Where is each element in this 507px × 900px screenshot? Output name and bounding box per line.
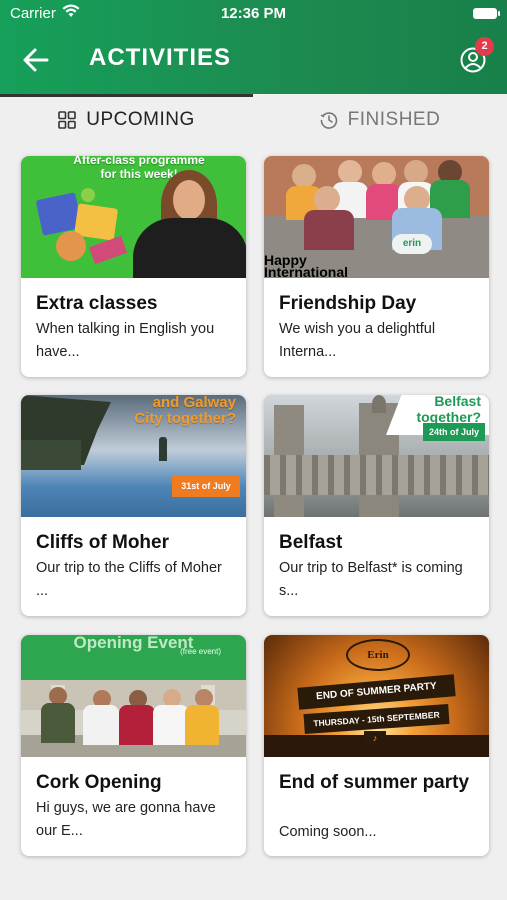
card-banner-text: Belfast together? bbox=[416, 395, 481, 425]
activity-card-belfast[interactable]: Belfast together? 24th of July Belfast O… bbox=[264, 395, 489, 616]
battery-icon bbox=[473, 8, 500, 19]
tab-finished[interactable]: FINISHED bbox=[253, 94, 507, 146]
tab-bar: UPCOMING FINISHED bbox=[0, 94, 507, 146]
activity-card-friendship-day[interactable]: erin Happy International Friendship Day … bbox=[264, 156, 489, 377]
card-sub-text: THURSDAY - 15th SEPTEMBER bbox=[303, 703, 450, 735]
tab-upcoming-label: UPCOMING bbox=[86, 109, 195, 130]
card-title: Friendship Day bbox=[279, 293, 417, 314]
tab-indicator bbox=[0, 94, 253, 97]
grid-icon bbox=[58, 111, 77, 129]
activity-card-extra-classes[interactable]: After-class programme for this week! Ext… bbox=[21, 156, 246, 377]
activity-card-end-of-summer-party[interactable]: Erin END OF SUMMER PARTY THURSDAY - 15th… bbox=[264, 635, 489, 856]
card-sub-text: (free event) bbox=[180, 647, 221, 656]
activity-card-cliffs-of-moher[interactable]: and Galway City together? 31st of July C… bbox=[21, 395, 246, 616]
card-image: After-class programme for this week! bbox=[21, 156, 246, 278]
history-icon bbox=[320, 112, 337, 129]
activity-card-cork-opening[interactable]: Opening Event (free event) Cork Opening … bbox=[21, 635, 246, 856]
card-image: Opening Event (free event) bbox=[21, 635, 246, 757]
card-image: Belfast together? 24th of July bbox=[264, 395, 489, 517]
card-title: Belfast bbox=[279, 532, 343, 553]
card-image: erin Happy International bbox=[264, 156, 489, 278]
card-banner-text: Happy International bbox=[264, 252, 349, 278]
card-description: Our trip to the Cliffs of Moher ... bbox=[36, 560, 222, 599]
card-image: and Galway City together? 31st of July bbox=[21, 395, 246, 517]
card-description: Our trip to Belfast* is coming s... bbox=[279, 560, 463, 599]
card-description: We wish you a delightful Interna... bbox=[279, 321, 436, 360]
card-title: Extra classes bbox=[36, 293, 158, 314]
card-title: Cork Opening bbox=[36, 772, 162, 793]
card-image: Erin END OF SUMMER PARTY THURSDAY - 15th… bbox=[264, 635, 489, 757]
card-description: Coming soon... bbox=[279, 824, 377, 840]
tab-finished-label: FINISHED bbox=[347, 109, 441, 130]
card-banner-text: and Galway City together? bbox=[134, 395, 236, 427]
card-date-badge: 24th of July bbox=[423, 423, 485, 441]
back-arrow-icon[interactable] bbox=[22, 47, 50, 73]
card-title: End of summer party bbox=[279, 772, 470, 793]
notification-badge: 2 bbox=[475, 37, 494, 56]
tab-upcoming[interactable]: UPCOMING bbox=[0, 94, 253, 146]
status-time: 12:36 PM bbox=[220, 5, 287, 22]
card-title: Cliffs of Moher bbox=[36, 532, 169, 553]
card-description: When talking in English you have... bbox=[36, 321, 215, 360]
page-title: ACTIVITIES bbox=[89, 44, 232, 71]
status-bar: Carrier 12:36 PM bbox=[0, 0, 507, 28]
card-date-badge: 31st of July bbox=[172, 475, 240, 497]
card-description: Hi guys, we are gonna have our E... bbox=[36, 800, 216, 839]
app-header: Carrier 12:36 PM ACTIVITIES 2 bbox=[0, 0, 507, 94]
